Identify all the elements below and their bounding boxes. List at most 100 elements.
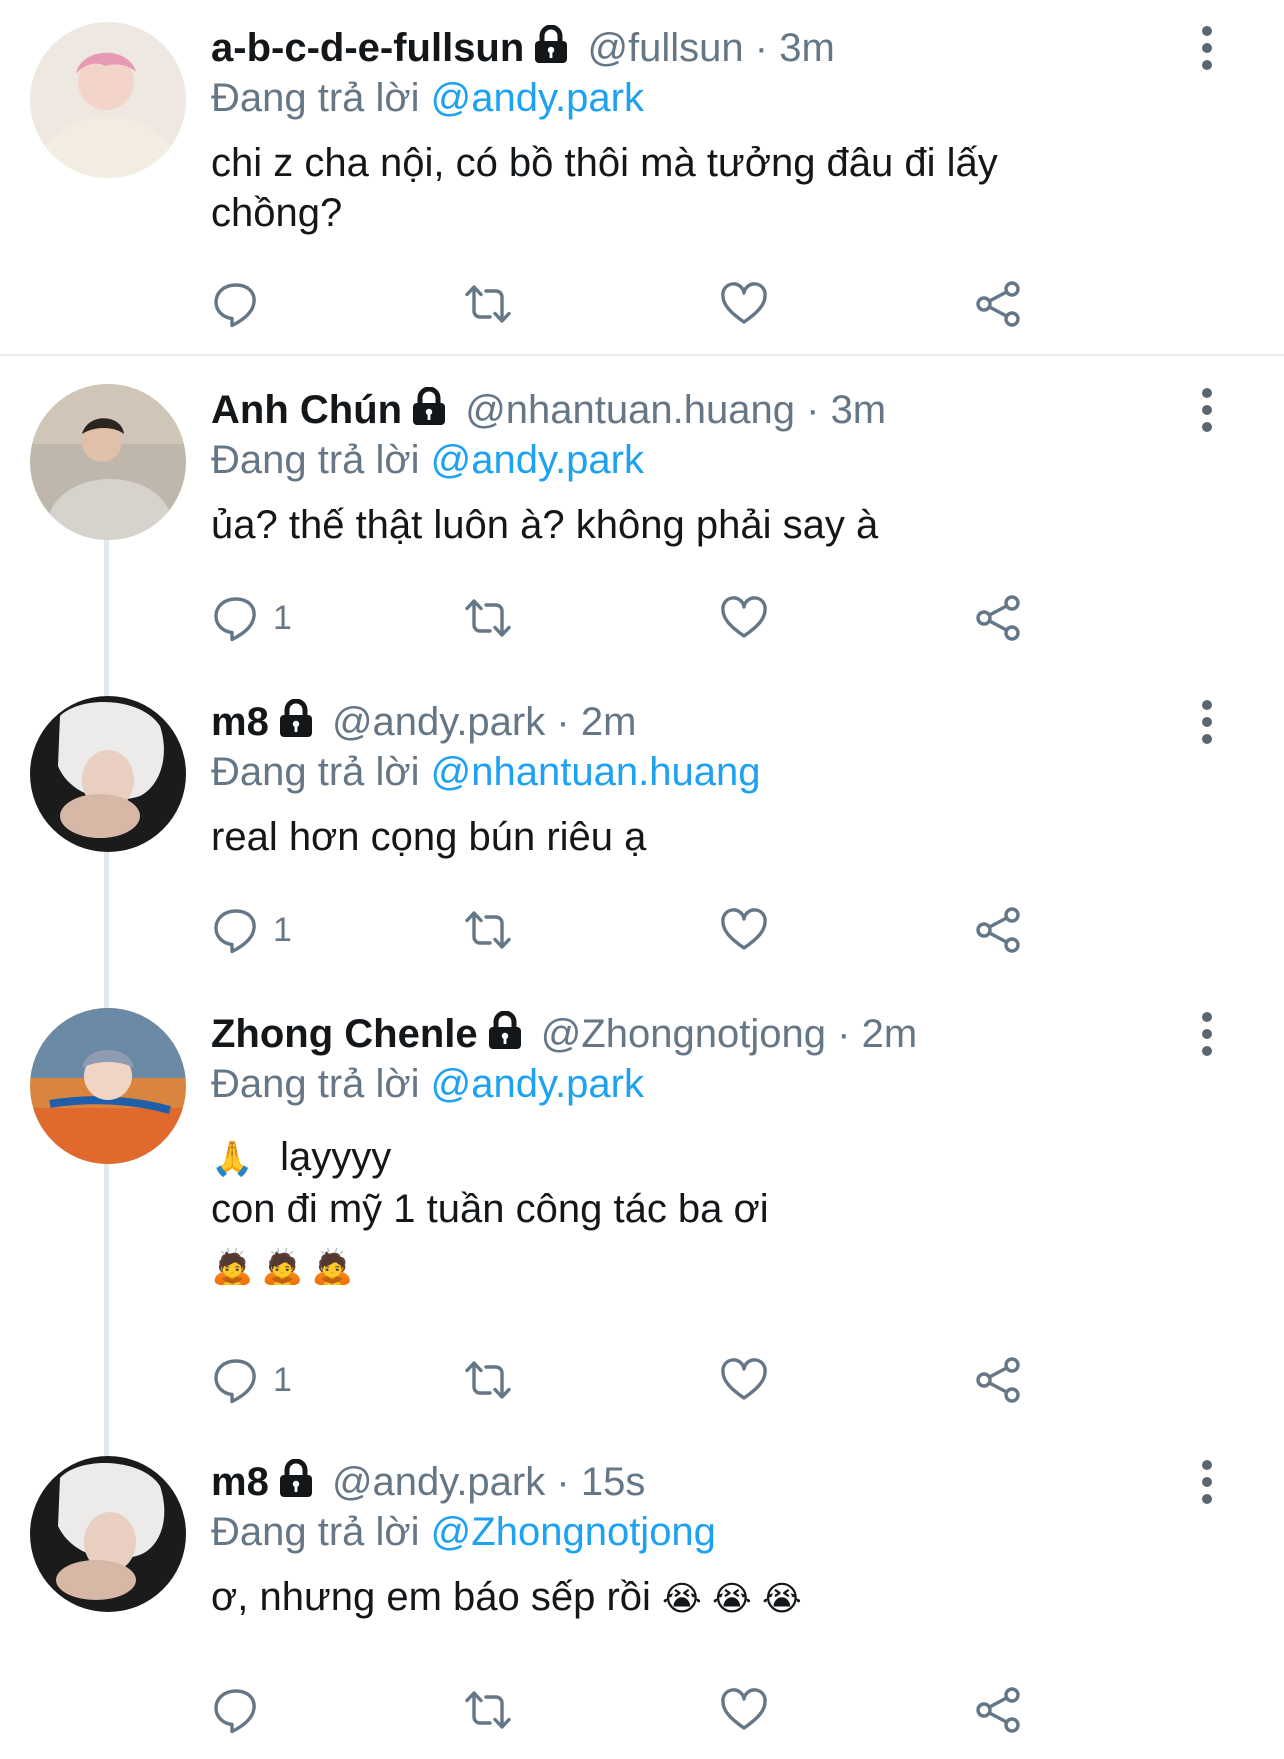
separator-dot: · (754, 26, 769, 70)
crying-emoji: 😭 (662, 1580, 702, 1618)
avatar[interactable] (30, 1008, 186, 1164)
like-icon (719, 593, 769, 643)
like-icon (719, 905, 769, 955)
lock-icon (532, 25, 570, 65)
replying-to-link[interactable]: @andy.park (431, 76, 644, 120)
replying-to-label: Đang trả lời (211, 76, 420, 120)
timestamp[interactable]: 2m (581, 700, 637, 744)
avatar[interactable] (30, 1456, 186, 1612)
handle[interactable]: @andy.park (332, 1460, 545, 1504)
separator-dot: · (556, 1460, 570, 1504)
replying-to-label: Đang trả lời (211, 750, 420, 794)
bow-emoji: 🙇 (311, 1248, 354, 1286)
tweet-text: real hơn cọng bún riêu ạ (211, 815, 647, 859)
pray-emoji: 🙏 (211, 1140, 254, 1178)
reply-button[interactable]: 1 (211, 902, 292, 958)
retweet-icon (463, 905, 513, 955)
reply-count: 1 (273, 910, 292, 949)
tweet-actions: 1 (211, 590, 1161, 646)
share-button[interactable] (974, 1352, 1024, 1408)
timestamp[interactable]: 15s (581, 1460, 646, 1504)
retweet-button[interactable] (463, 590, 513, 646)
share-button[interactable] (974, 1682, 1024, 1738)
share-icon (974, 593, 1024, 643)
display-name[interactable]: m8 (211, 700, 269, 744)
retweet-icon (463, 593, 513, 643)
more-icon[interactable] (1202, 388, 1214, 432)
tweet-text: ơ, nhưng em báo sếp rồi 😭 😭 😭 (211, 1572, 1211, 1624)
like-icon (719, 279, 769, 329)
retweet-button[interactable] (463, 1352, 513, 1408)
reply-count: 1 (273, 1360, 292, 1399)
timestamp[interactable]: 3m (831, 388, 887, 432)
reply-thread: a-b-c-d-e-fullsun @fullsun · 3m Đang trả… (0, 0, 1284, 1759)
share-button[interactable] (974, 590, 1024, 646)
lock-icon (277, 1459, 315, 1499)
like-button[interactable] (719, 276, 769, 332)
retweet-button[interactable] (463, 276, 513, 332)
replying-to-link[interactable]: @andy.park (431, 1062, 644, 1106)
handle[interactable]: @fullsun (587, 26, 743, 70)
lock-icon (410, 387, 448, 427)
avatar[interactable] (30, 22, 186, 178)
separator-dot: · (556, 700, 570, 744)
more-icon[interactable] (1202, 1012, 1214, 1056)
divider (0, 354, 1284, 356)
handle[interactable]: @Zhongnotjong (541, 1012, 826, 1056)
retweet-button[interactable] (463, 1682, 513, 1738)
bow-emoji: 🙇 (211, 1248, 254, 1286)
tweet-text-line: lạyyyy (280, 1135, 392, 1179)
crying-emoji: 😭 (762, 1580, 802, 1618)
tweet-text: 🙏 lạyyyy con đi mỹ 1 tuần công tác ba ơi… (211, 1132, 1211, 1292)
reply-button[interactable] (211, 1682, 273, 1738)
like-button[interactable] (719, 590, 769, 646)
reply-icon (211, 1355, 261, 1405)
retweet-icon (463, 279, 513, 329)
share-icon (974, 1355, 1024, 1405)
share-button[interactable] (974, 902, 1024, 958)
replying-to-link[interactable]: @nhantuan.huang (431, 750, 761, 794)
reply-button[interactable] (211, 276, 273, 332)
tweet-text: ủa? thế thật luôn à? không phải say à (211, 503, 879, 547)
replying-to: Đang trả lời @Zhongnotjong (211, 1508, 1211, 1556)
avatar[interactable] (30, 696, 186, 852)
replying-to-link[interactable]: @andy.park (431, 438, 644, 482)
lock-icon (486, 1011, 524, 1051)
more-icon[interactable] (1202, 26, 1214, 70)
timestamp[interactable]: 2m (862, 1012, 918, 1056)
bow-emoji: 🙇 (261, 1248, 304, 1286)
replying-to: Đang trả lời @nhantuan.huang (211, 748, 1211, 796)
separator-dot: · (806, 388, 820, 432)
like-button[interactable] (719, 1682, 769, 1738)
display-name[interactable]: Zhong Chenle (211, 1012, 478, 1056)
retweet-button[interactable] (463, 902, 513, 958)
handle[interactable]: @andy.park (332, 700, 545, 744)
timestamp[interactable]: 3m (779, 26, 835, 70)
display-name[interactable]: Anh Chún (211, 388, 402, 432)
tweet-actions (211, 1682, 1161, 1738)
crying-emoji: 😭 (712, 1580, 752, 1618)
replying-to: Đang trả lời @andy.park (211, 436, 1211, 484)
retweet-icon (463, 1685, 513, 1735)
replying-to-label: Đang trả lời (211, 438, 420, 482)
more-icon[interactable] (1202, 700, 1214, 744)
replying-to-label: Đang trả lời (211, 1510, 420, 1554)
like-button[interactable] (719, 1352, 769, 1408)
share-button[interactable] (974, 276, 1024, 332)
avatar[interactable] (30, 384, 186, 540)
tweet-text: chi z cha nội, có bồ thôi mà tưởng đâu đ… (211, 141, 998, 235)
display-name[interactable]: m8 (211, 1460, 269, 1504)
display-name[interactable]: a-b-c-d-e-fullsun (211, 26, 524, 70)
replying-to: Đang trả lời @andy.park (211, 1060, 1211, 1108)
reply-button[interactable]: 1 (211, 1352, 292, 1408)
more-icon[interactable] (1202, 1460, 1214, 1504)
lock-icon (277, 699, 315, 739)
handle[interactable]: @nhantuan.huang (465, 388, 795, 432)
reply-button[interactable]: 1 (211, 590, 292, 646)
tweet-text-line: ơ, nhưng em báo sếp rồi (211, 1575, 651, 1619)
like-button[interactable] (719, 902, 769, 958)
retweet-icon (463, 1355, 513, 1405)
replying-to-link[interactable]: @Zhongnotjong (431, 1510, 716, 1554)
share-icon (974, 1685, 1024, 1735)
like-icon (719, 1685, 769, 1735)
